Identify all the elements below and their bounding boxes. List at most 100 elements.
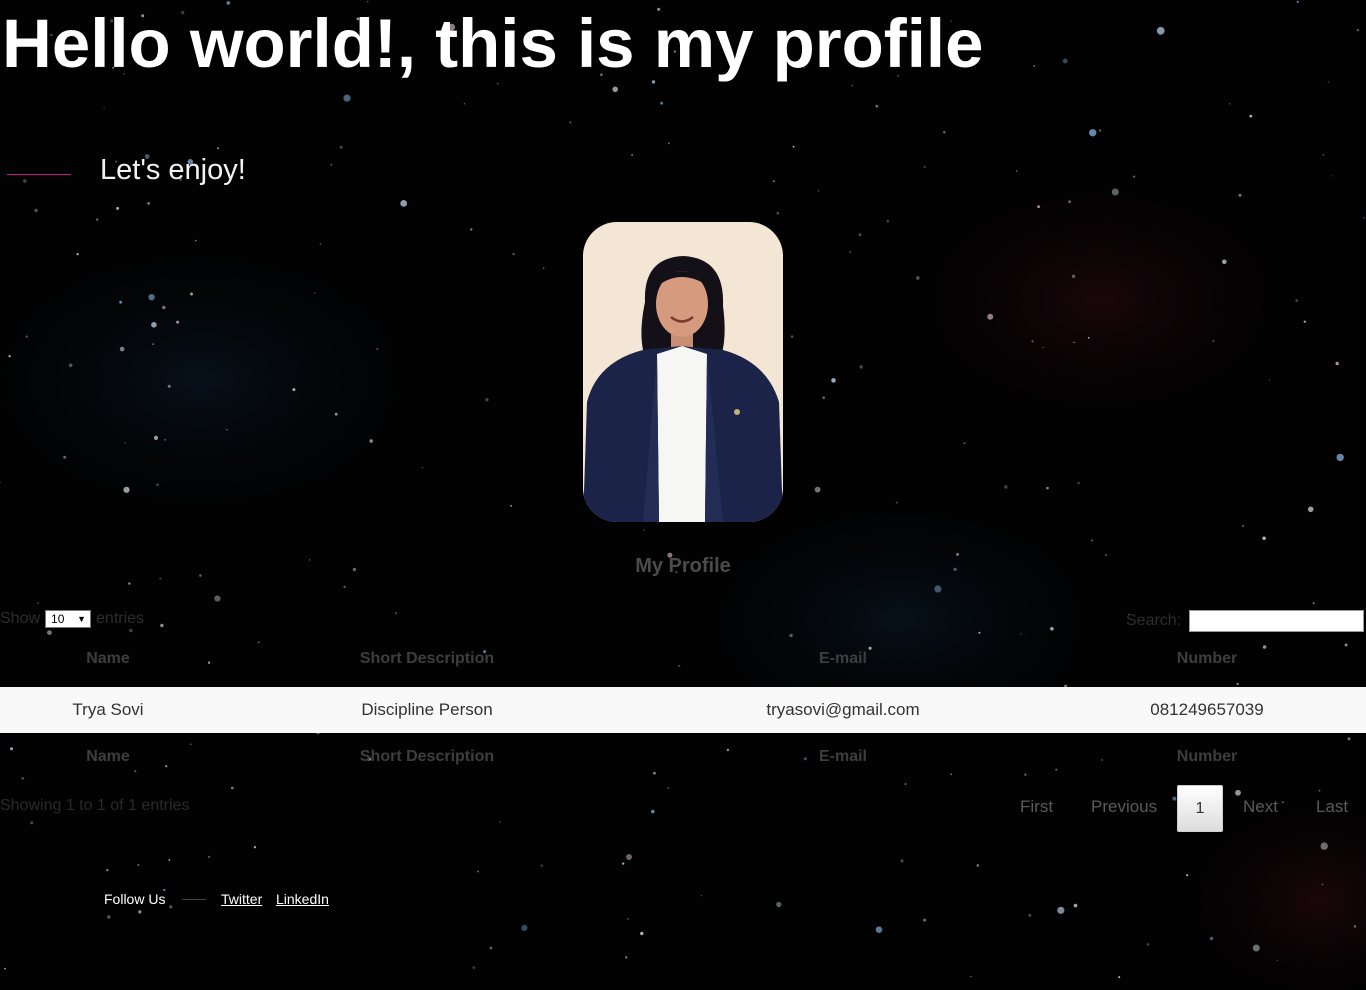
star-dot bbox=[626, 854, 632, 860]
star-dot bbox=[543, 267, 545, 269]
star-dot bbox=[343, 94, 351, 102]
star-dot bbox=[900, 859, 904, 863]
star-dot bbox=[1209, 936, 1214, 941]
show-label: Show bbox=[0, 610, 41, 627]
star-dot bbox=[470, 228, 473, 231]
star-dot bbox=[792, 145, 795, 148]
pagination-last[interactable]: Last bbox=[1316, 797, 1348, 817]
star-dot bbox=[1252, 944, 1260, 952]
cell-number: 081249657039 bbox=[1150, 700, 1264, 719]
star-dot bbox=[569, 121, 572, 124]
star-dot bbox=[667, 142, 670, 145]
star-dot bbox=[789, 633, 793, 638]
star-dot bbox=[1156, 26, 1165, 35]
column-header-email[interactable]: E-mail bbox=[783, 650, 903, 668]
column-footer-number: Number bbox=[1176, 748, 1238, 765]
star-dot bbox=[1362, 216, 1365, 219]
star-dot bbox=[1262, 536, 1266, 540]
star-dot bbox=[631, 154, 634, 156]
column-header-description[interactable]: Short Description bbox=[337, 650, 517, 668]
star-dot bbox=[651, 809, 655, 814]
pagination-previous[interactable]: Previous bbox=[1091, 797, 1157, 817]
section-heading: My Profile bbox=[635, 555, 731, 577]
star-dot bbox=[68, 363, 73, 368]
column-header-name[interactable]: Name bbox=[60, 650, 156, 668]
star-dot bbox=[625, 956, 628, 959]
star-dot bbox=[640, 931, 644, 936]
follow-divider bbox=[182, 899, 206, 900]
pagination-next[interactable]: Next bbox=[1243, 797, 1278, 817]
star-dot bbox=[159, 577, 162, 580]
star-dot bbox=[152, 343, 154, 345]
star-dot bbox=[987, 313, 994, 320]
star-dot bbox=[1042, 346, 1044, 349]
star-dot bbox=[231, 786, 234, 790]
star-dot bbox=[1033, 65, 1036, 67]
star-dot bbox=[1307, 506, 1314, 513]
star-dot bbox=[943, 131, 946, 134]
star-dot bbox=[463, 102, 466, 105]
star-dot bbox=[1336, 453, 1344, 462]
star-dot bbox=[1281, 801, 1284, 804]
star-dot bbox=[540, 864, 544, 867]
star-dot bbox=[653, 771, 656, 775]
star-dot bbox=[103, 107, 105, 110]
star-dot bbox=[1087, 336, 1090, 339]
star-dot bbox=[772, 180, 775, 183]
star-dot bbox=[1303, 320, 1307, 323]
star-dot bbox=[258, 641, 260, 643]
star-dot bbox=[123, 486, 130, 493]
star-dot bbox=[116, 206, 120, 210]
search-input[interactable] bbox=[1189, 610, 1365, 632]
star-dot bbox=[1133, 175, 1136, 178]
star-dot bbox=[817, 190, 820, 192]
star-dot bbox=[963, 442, 966, 445]
star-dot bbox=[776, 211, 780, 215]
star-dot bbox=[1031, 340, 1034, 343]
star-dot bbox=[208, 855, 211, 859]
star-dot bbox=[4, 967, 6, 970]
pagination-page-1[interactable]: 1 bbox=[1177, 785, 1223, 832]
star-dot bbox=[976, 864, 980, 867]
star-dot bbox=[1016, 170, 1018, 172]
star-dot bbox=[1320, 842, 1328, 850]
star-dot bbox=[1077, 481, 1080, 485]
pagination-first[interactable]: First bbox=[1020, 797, 1053, 817]
entries-length-select[interactable]: 10 ▼ bbox=[45, 610, 92, 628]
star-dot bbox=[34, 208, 38, 213]
star-dot bbox=[499, 821, 502, 823]
star-dot bbox=[1268, 379, 1271, 381]
star-dot bbox=[1335, 361, 1339, 366]
star-dot bbox=[1318, 789, 1321, 792]
star-dot bbox=[886, 220, 889, 223]
star-dot bbox=[253, 846, 257, 849]
star-dot bbox=[176, 320, 180, 324]
star-dot bbox=[339, 145, 343, 149]
column-footer-email: E-mail bbox=[818, 748, 867, 765]
star-dot bbox=[47, 630, 52, 635]
star-dot bbox=[831, 378, 836, 383]
star-dot bbox=[822, 396, 826, 400]
star-dot bbox=[421, 466, 423, 469]
linkedin-link[interactable]: LinkedIn bbox=[276, 891, 329, 907]
star-dot bbox=[343, 585, 346, 588]
table-info: Showing 1 to 1 of 1 entries bbox=[0, 797, 190, 814]
star-dot bbox=[292, 388, 296, 392]
chevron-down-icon: ▼ bbox=[77, 614, 87, 624]
star-dot bbox=[1236, 682, 1239, 686]
star-dot bbox=[1330, 175, 1332, 177]
entries-length-control: Show 10 ▼ entries bbox=[0, 610, 144, 628]
star-dot bbox=[1212, 340, 1215, 342]
star-dot bbox=[485, 398, 489, 402]
column-header-number[interactable]: Number bbox=[1147, 650, 1267, 668]
star-dot bbox=[1347, 737, 1351, 741]
star-dot bbox=[164, 439, 166, 441]
star-dot bbox=[147, 202, 151, 205]
star-dot bbox=[477, 870, 479, 873]
star-dot bbox=[63, 455, 67, 459]
star-dot bbox=[1327, 81, 1330, 83]
twitter-link[interactable]: Twitter bbox=[221, 891, 262, 907]
star-dot bbox=[1238, 193, 1242, 197]
cell-name: Trya Sovi bbox=[72, 700, 144, 719]
star-dot bbox=[1276, 959, 1279, 962]
